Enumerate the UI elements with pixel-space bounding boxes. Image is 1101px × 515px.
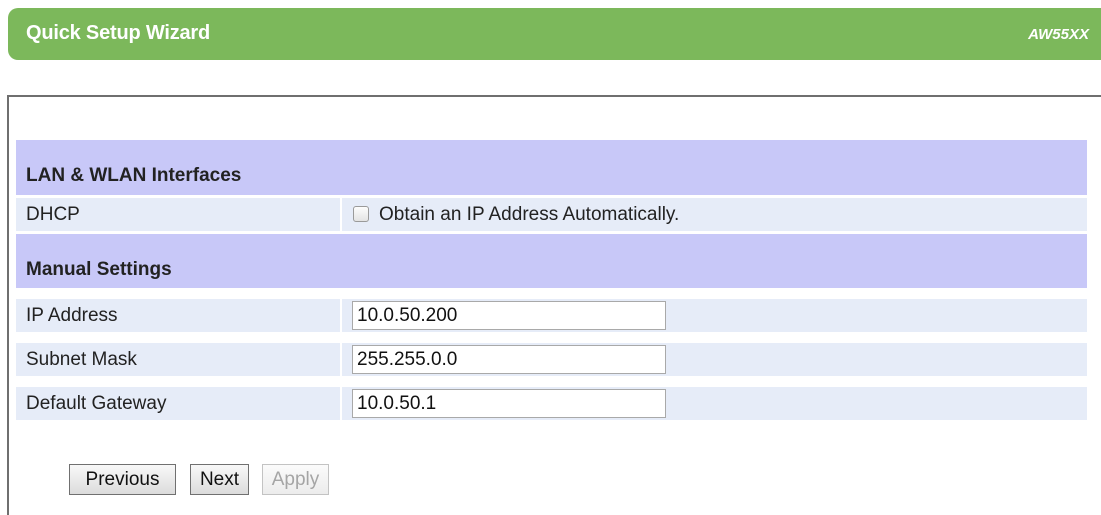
dhcp-checkbox-label[interactable]: Obtain an IP Address Automatically.: [379, 204, 679, 226]
header-bar: Quick Setup Wizard AW55XX: [8, 8, 1101, 60]
subnet-mask-label: Subnet Mask: [26, 349, 137, 370]
section-header-lan-wlan: LAN & WLAN Interfaces: [16, 140, 1087, 195]
dhcp-checkbox[interactable]: [353, 206, 369, 222]
cell-divider: [340, 198, 342, 231]
ip-address-input[interactable]: [352, 301, 666, 330]
default-gateway-row: Default Gateway: [16, 387, 1087, 420]
section-title: LAN & WLAN Interfaces: [26, 165, 242, 186]
section-title: Manual Settings: [26, 259, 172, 280]
subnet-mask-input[interactable]: [352, 345, 666, 374]
cell-divider: [340, 299, 342, 332]
previous-button[interactable]: Previous: [69, 464, 176, 495]
next-button[interactable]: Next: [190, 464, 249, 495]
ip-address-row: IP Address: [16, 299, 1087, 332]
page-title: Quick Setup Wizard: [26, 22, 211, 44]
default-gateway-input[interactable]: [352, 389, 666, 418]
model-name: AW55XX: [1028, 26, 1089, 43]
default-gateway-label: Default Gateway: [26, 393, 167, 414]
subnet-mask-row: Subnet Mask: [16, 343, 1087, 376]
cell-divider: [340, 387, 342, 420]
section-header-manual: Manual Settings: [16, 234, 1087, 288]
apply-button[interactable]: Apply: [262, 464, 329, 495]
cell-divider: [340, 343, 342, 376]
ip-address-label: IP Address: [26, 305, 118, 326]
dhcp-row: DHCP Obtain an IP Address Automatically.: [16, 198, 1087, 231]
dhcp-label: DHCP: [26, 204, 80, 225]
